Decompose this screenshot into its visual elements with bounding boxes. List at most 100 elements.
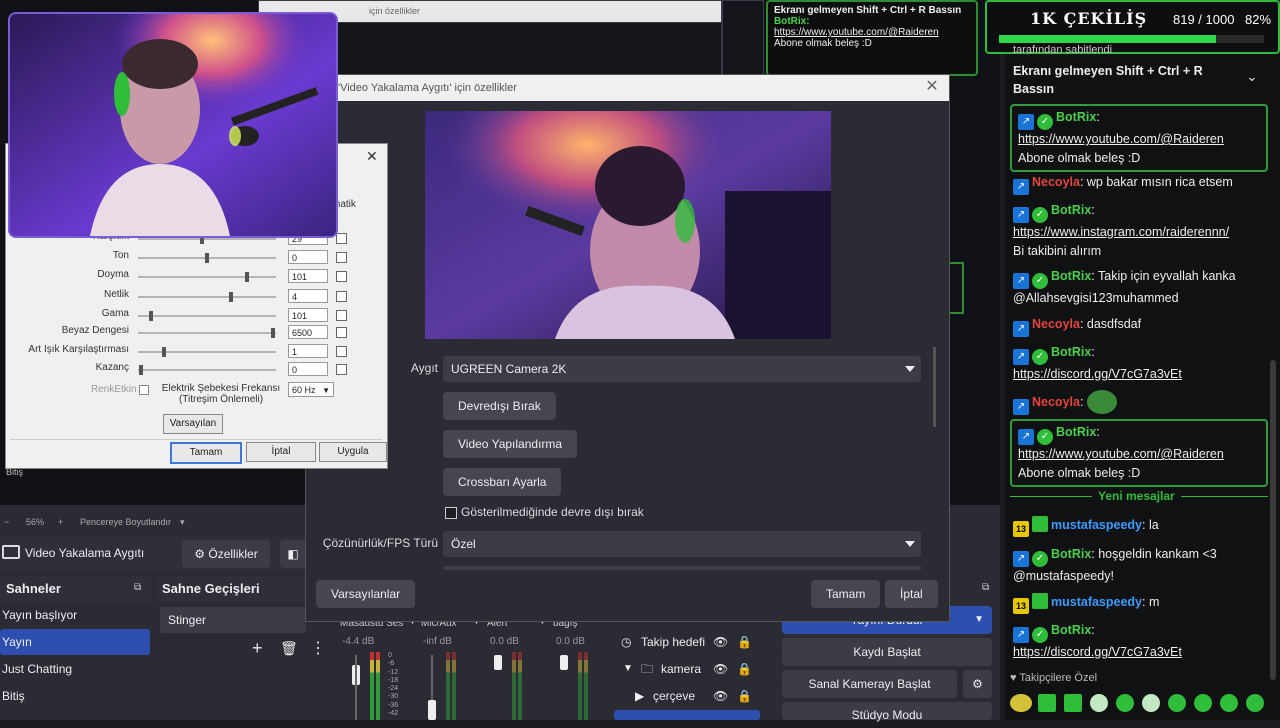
emote-icon[interactable] [1038, 694, 1056, 712]
proc-slider-thumb[interactable] [271, 328, 275, 338]
eye-icon[interactable]: 👁 [713, 629, 728, 655]
emote-icon[interactable] [1168, 694, 1186, 712]
emote-icon[interactable] [1220, 694, 1238, 712]
volume-slider-handle[interactable] [494, 655, 502, 670]
ok-button[interactable]: Tamam [811, 580, 881, 608]
chat-link[interactable]: https://www.youtube.com/@Raideren [1018, 445, 1260, 464]
proc-value[interactable]: 6500 [288, 325, 328, 339]
scene-item[interactable]: Yayın başlıyor [0, 602, 150, 628]
zoom-out-button[interactable]: − [4, 517, 9, 527]
zoom-in-button[interactable]: + [58, 517, 63, 527]
proc-auto-checkbox[interactable] [336, 291, 347, 302]
emote-icon[interactable] [1010, 694, 1032, 712]
chat-scrollbar[interactable] [1270, 360, 1276, 680]
proc-apply-button[interactable]: Uygula [319, 442, 387, 462]
studio-mode-button[interactable]: Stüdyo Modu [782, 702, 992, 722]
lock-icon[interactable]: 🔒 [737, 683, 752, 709]
emote-icon[interactable] [1090, 694, 1108, 712]
virtual-camera-settings-button[interactable]: ⚙ [963, 670, 992, 698]
proc-slider[interactable] [138, 328, 276, 338]
emote-icon[interactable] [1246, 694, 1264, 712]
proc-auto-checkbox[interactable] [336, 327, 347, 338]
proc-value[interactable]: 4 [288, 289, 328, 303]
device-select[interactable]: UGREEN Camera 2K [443, 356, 921, 382]
properties-scrollbar[interactable] [933, 347, 936, 427]
proc-auto-checkbox[interactable] [336, 233, 347, 244]
volume-slider-handle[interactable] [560, 655, 568, 670]
cancel-button[interactable]: İptal [885, 580, 938, 608]
lock-icon[interactable]: 🔒 [737, 629, 752, 655]
chat-link[interactable]: https://discord.gg/V7cG7a3vEt [1013, 643, 1265, 662]
more-icon[interactable]: ⋮ [310, 638, 326, 658]
dock-menu-icon[interactable]: ⧉ [982, 582, 989, 593]
defaults-button[interactable]: Varsayılanlar [316, 580, 416, 608]
scene-item[interactable]: Bitiş [0, 683, 150, 709]
filters-button[interactable]: ◧ [280, 540, 306, 568]
trash-icon[interactable]: 🗑 [280, 640, 298, 657]
scene-item-selected[interactable]: Yayın [0, 629, 150, 655]
powerline-select[interactable]: 60 Hz ▼ [288, 382, 334, 397]
source-item[interactable]: ◷ Takip hedefi 👁 🔒 [613, 629, 761, 655]
zoom-fit-button[interactable]: Pencereye Boyutlandır [80, 517, 171, 527]
proc-slider[interactable] [138, 347, 276, 357]
proc-slider[interactable] [138, 292, 276, 302]
properties-button[interactable]: ⚙ Özellikler [182, 540, 270, 568]
proc-slider-thumb[interactable] [139, 365, 143, 375]
start-record-button[interactable]: Kaydı Başlat [782, 638, 992, 666]
proc-auto-checkbox[interactable] [336, 271, 347, 282]
proc-value[interactable]: 1 [288, 344, 328, 358]
close-icon[interactable]: ✕ [366, 148, 378, 165]
add-transition-icon[interactable]: + [252, 638, 263, 659]
proc-auto-checkbox[interactable] [336, 310, 347, 321]
chat-link[interactable]: https://discord.gg/V7cG7a3vEt [1013, 365, 1265, 384]
emote-icon[interactable] [1116, 694, 1134, 712]
close-icon[interactable]: ✕ [923, 78, 941, 96]
source-item[interactable]: ▼ 🗀 kamera 👁 🔒 [613, 656, 761, 682]
proc-auto-checkbox[interactable] [336, 252, 347, 263]
proc-slider-thumb[interactable] [149, 311, 153, 321]
proc-auto-checkbox[interactable] [336, 346, 347, 357]
virtual-camera-button[interactable]: Sanal Kamerayı Başlat [782, 670, 957, 698]
dock-menu-icon[interactable]: ⧉ [134, 582, 141, 593]
eye-icon[interactable]: 👁 [713, 683, 728, 709]
proc-value[interactable]: 101 [288, 269, 328, 283]
chat-link[interactable]: https://www.instagram.com/raiderennn/ [1013, 223, 1265, 242]
video-config-button[interactable]: Video Yapılandırma [443, 430, 578, 458]
eye-icon[interactable]: 👁 [713, 656, 728, 682]
proc-ok-button[interactable]: Tamam [170, 442, 242, 464]
zoom-caret[interactable]: ▾ [180, 517, 185, 528]
scene-item[interactable]: Just Chatting [0, 656, 150, 682]
crossbar-button[interactable]: Crossbarı Ayarla [443, 468, 562, 496]
proc-slider-thumb[interactable] [245, 272, 249, 282]
transition-select[interactable]: Stinger [160, 607, 306, 633]
proc-value[interactable]: 0 [288, 362, 328, 376]
proc-slider[interactable] [138, 234, 276, 244]
volume-slider-handle[interactable] [428, 700, 436, 720]
chevron-down-icon[interactable]: ⌄ [1246, 68, 1258, 85]
chat-link[interactable]: https://www.youtube.com/@Raideren [1018, 130, 1260, 149]
source-item-selected[interactable] [614, 710, 760, 720]
disable-when-hidden-checkbox[interactable] [445, 507, 457, 519]
proc-cancel-button[interactable]: İptal [246, 442, 316, 462]
volume-slider-track[interactable] [355, 655, 357, 720]
emote-icon[interactable] [1194, 694, 1212, 712]
lock-icon[interactable]: 🔒 [737, 656, 752, 682]
chevron-down-icon[interactable]: ▼ [623, 656, 633, 682]
deactivate-button[interactable]: Devredışı Bırak [443, 392, 556, 420]
emote-icon[interactable] [1064, 694, 1082, 712]
proc-defaults-button[interactable]: Varsayılan [163, 414, 223, 434]
emote-icon[interactable] [1142, 694, 1160, 712]
proc-slider[interactable] [138, 311, 276, 321]
chevron-down-icon[interactable]: ▼ [974, 606, 984, 634]
proc-slider-thumb[interactable] [229, 292, 233, 302]
proc-slider[interactable] [138, 272, 276, 282]
proc-value[interactable]: 0 [288, 250, 328, 264]
color-enable-checkbox[interactable] [139, 385, 149, 395]
resolution-type-select[interactable]: Özel [443, 531, 921, 557]
proc-slider-thumb[interactable] [205, 253, 209, 263]
proc-slider-thumb[interactable] [162, 347, 166, 357]
proc-slider[interactable] [138, 365, 276, 375]
proc-slider[interactable] [138, 253, 276, 263]
source-item[interactable]: ▶ çerçeve 👁 🔒 [613, 683, 761, 709]
proc-value[interactable]: 101 [288, 308, 328, 322]
